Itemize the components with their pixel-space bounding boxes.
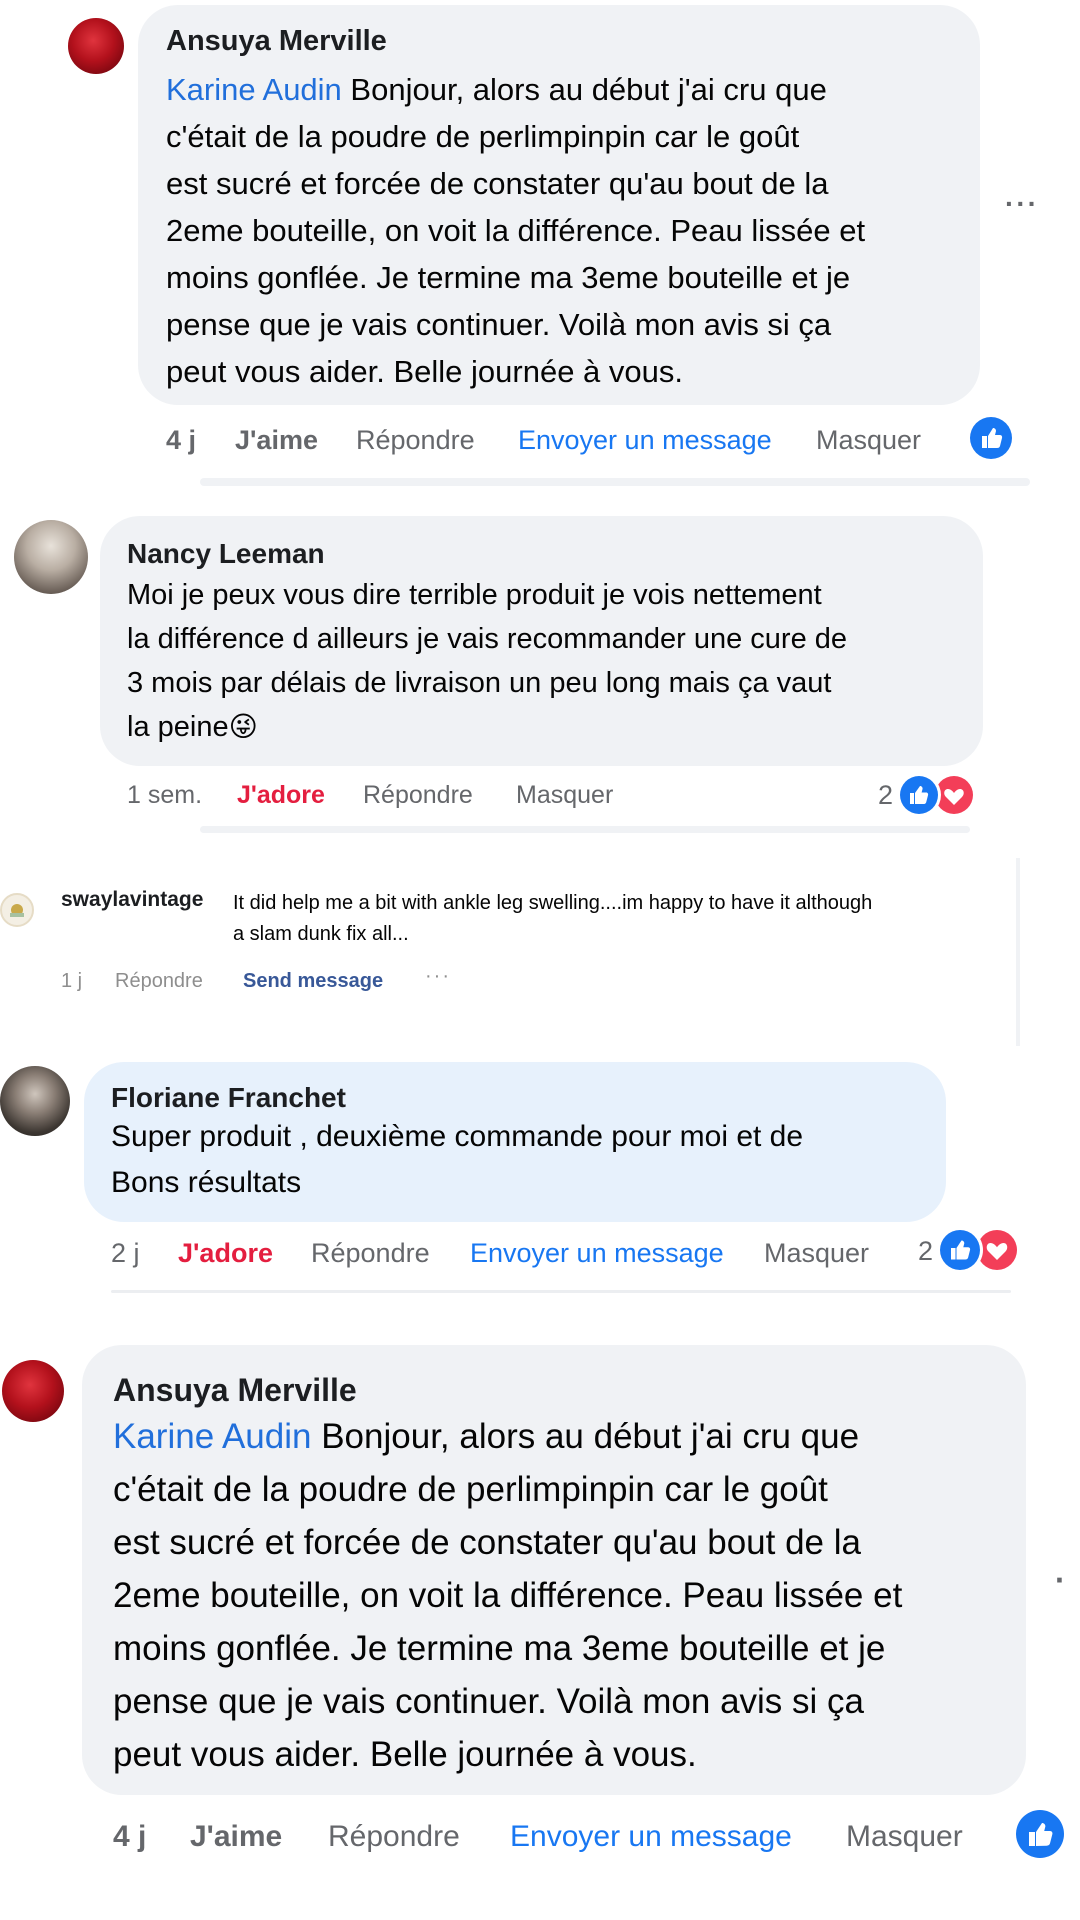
thumbs-up-icon bbox=[940, 1230, 980, 1270]
send-message-button[interactable]: Send message bbox=[243, 970, 383, 993]
hide-button[interactable]: Masquer bbox=[764, 1238, 869, 1269]
comment-time[interactable]: 4 j bbox=[113, 1820, 146, 1854]
comment-author[interactable]: Floriane Franchet bbox=[111, 1082, 346, 1114]
love-button[interactable]: J'adore bbox=[178, 1238, 273, 1269]
reply-button[interactable]: Répondre bbox=[356, 425, 475, 456]
comment-time[interactable]: 1 sem. bbox=[127, 781, 202, 810]
divider bbox=[111, 1290, 1011, 1293]
reaction-count[interactable]: 2 bbox=[878, 780, 893, 811]
comment-text: Karine Audin Bonjour, alors au début j'a… bbox=[166, 72, 866, 389]
divider bbox=[200, 826, 970, 833]
like-button[interactable]: J'aime bbox=[235, 425, 318, 456]
avatar[interactable] bbox=[0, 893, 34, 927]
more-options-icon[interactable]: · bbox=[1055, 1562, 1068, 1599]
avatar[interactable] bbox=[0, 1066, 70, 1136]
reply-button[interactable]: Répondre bbox=[115, 970, 203, 993]
comment-text: Moi je peux vous dire terrible produit j… bbox=[127, 579, 848, 743]
comment-text: Karine Audin Bonjour, alors au début j'a… bbox=[113, 1417, 903, 1774]
reply-button[interactable]: Répondre bbox=[363, 781, 473, 810]
avatar[interactable] bbox=[68, 18, 124, 74]
send-message-button[interactable]: Envoyer un message bbox=[510, 1820, 792, 1854]
more-options-icon[interactable]: ··· bbox=[425, 965, 451, 988]
send-message-button[interactable]: Envoyer un message bbox=[470, 1238, 724, 1269]
comment-author[interactable]: Ansuya Merville bbox=[113, 1372, 357, 1409]
thumbs-up-icon bbox=[900, 776, 938, 814]
send-message-button[interactable]: Envoyer un message bbox=[518, 425, 772, 456]
heart-icon bbox=[977, 1230, 1017, 1270]
more-options-icon[interactable]: ··· bbox=[1005, 188, 1039, 220]
reply-button[interactable]: Répondre bbox=[311, 1238, 430, 1269]
comment-time[interactable]: 2 j bbox=[111, 1238, 140, 1269]
thumbs-up-icon[interactable] bbox=[1016, 1810, 1064, 1858]
comment-text: Super produit , deuxième commande pour m… bbox=[111, 1120, 804, 1199]
mention-link[interactable]: Karine Audin bbox=[113, 1417, 311, 1456]
divider bbox=[1016, 858, 1020, 1046]
reaction-count[interactable]: 2 bbox=[918, 1236, 933, 1267]
hide-button[interactable]: Masquer bbox=[846, 1820, 963, 1854]
comment-author[interactable]: swaylavintage bbox=[61, 888, 203, 912]
divider bbox=[200, 478, 1030, 486]
avatar[interactable] bbox=[2, 1360, 64, 1422]
love-button[interactable]: J'adore bbox=[237, 781, 325, 810]
like-button[interactable]: J'aime bbox=[190, 1820, 282, 1854]
heart-icon bbox=[935, 776, 973, 814]
hide-button[interactable]: Masquer bbox=[516, 781, 613, 810]
comment-text: It did help me a bit with ankle leg swel… bbox=[233, 892, 873, 945]
comment-author[interactable]: Nancy Leeman bbox=[127, 538, 325, 570]
mention-link[interactable]: Karine Audin bbox=[166, 72, 342, 107]
avatar[interactable] bbox=[14, 520, 88, 594]
comment-time[interactable]: 4 j bbox=[166, 425, 196, 456]
comment-author[interactable]: Ansuya Merville bbox=[166, 25, 387, 58]
thumbs-up-icon[interactable] bbox=[970, 417, 1012, 459]
emoji: 😜 bbox=[228, 711, 258, 742]
comment-time[interactable]: 1 j bbox=[61, 970, 82, 993]
reply-button[interactable]: Répondre bbox=[328, 1820, 460, 1854]
hide-button[interactable]: Masquer bbox=[816, 425, 921, 456]
